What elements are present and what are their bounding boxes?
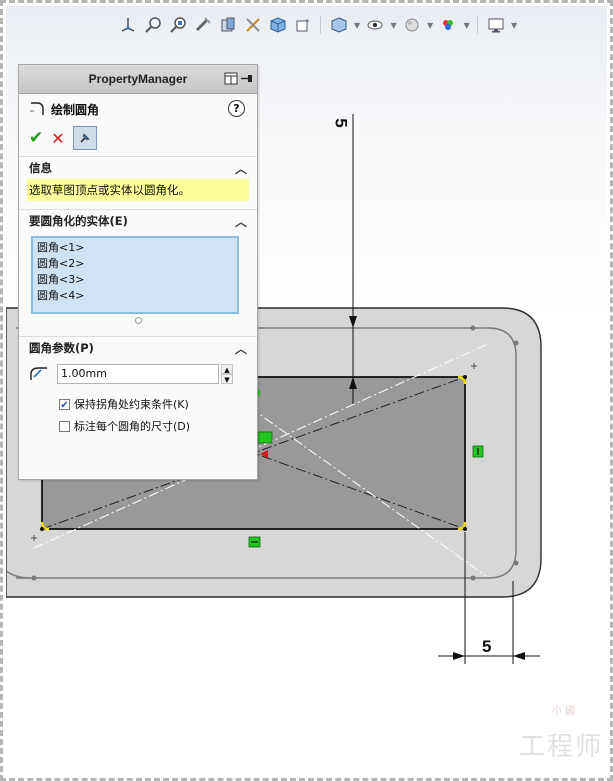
radius-spinner[interactable]: ▲ ▼ bbox=[221, 364, 233, 384]
radius-row: 1.00mm ▲ ▼ bbox=[19, 361, 257, 387]
pin-panel-icon[interactable] bbox=[240, 72, 254, 88]
info-message: 选取草图顶点或实体以圆角化。 bbox=[27, 179, 249, 201]
spin-down-icon[interactable]: ▼ bbox=[221, 374, 233, 384]
dimension-each-label[interactable]: 标注每个圆角的尺寸(D) bbox=[74, 418, 190, 434]
chevron-down-icon[interactable]: ▼ bbox=[353, 21, 361, 30]
property-manager-panel: PropertyManager 绘制圆角 ? ✔ ✕ 信息 ︿ 选取草图顶点或实… bbox=[18, 64, 258, 480]
previous-view-icon[interactable] bbox=[193, 14, 214, 36]
view-orientation-cube-icon[interactable] bbox=[268, 14, 289, 36]
info-group-title: 信息 bbox=[29, 161, 52, 175]
help-button[interactable]: ? bbox=[228, 100, 245, 117]
sketch-fillet-icon bbox=[29, 99, 47, 120]
horizontal-dimension-value[interactable]: 5 bbox=[482, 637, 491, 657]
cancel-button[interactable]: ✕ bbox=[51, 129, 64, 148]
property-manager-header: PropertyManager bbox=[19, 65, 257, 94]
dimension-each-checkbox[interactable] bbox=[59, 420, 70, 432]
chevron-up-icon[interactable]: ︿ bbox=[235, 213, 247, 230]
apply-scene-icon[interactable] bbox=[438, 14, 459, 36]
list-item[interactable]: 圆角<4> bbox=[37, 288, 233, 304]
list-item[interactable]: 圆角<1> bbox=[37, 240, 233, 256]
info-group-header[interactable]: 信息 ︿ bbox=[19, 156, 257, 179]
edit-appearance-icon[interactable] bbox=[401, 14, 422, 36]
display-style-icon[interactable] bbox=[292, 14, 313, 36]
panel-layout-icon[interactable] bbox=[224, 72, 238, 88]
chevron-up-icon[interactable]: ︿ bbox=[235, 340, 247, 357]
keep-constraints-checkbox[interactable]: ✔ bbox=[59, 398, 70, 411]
keep-constraints-option[interactable]: ✔ 保持拐角处约束条件(K) bbox=[19, 393, 257, 415]
entities-selection-list[interactable]: 圆角<1> 圆角<2> 圆角<3> 圆角<4> bbox=[31, 236, 239, 314]
chevron-down-icon[interactable]: ▼ bbox=[510, 21, 518, 30]
params-group-title: 圆角参数(P) bbox=[29, 341, 94, 355]
list-item[interactable]: 圆角<3> bbox=[37, 272, 233, 288]
entities-group-title: 要圆角化的实体(E) bbox=[29, 214, 128, 228]
chevron-down-icon[interactable]: ▼ bbox=[390, 21, 398, 30]
view-orientation-icon[interactable] bbox=[118, 14, 139, 36]
spin-up-icon[interactable]: ▲ bbox=[221, 364, 233, 374]
keep-visible-pushpin-button[interactable] bbox=[72, 126, 97, 150]
toolbar-separator bbox=[320, 16, 322, 34]
action-buttons: ✔ ✕ bbox=[19, 124, 257, 152]
relation-marker bbox=[257, 431, 273, 444]
fillet-radius-icon bbox=[29, 364, 49, 385]
chevron-down-icon[interactable]: ▼ bbox=[463, 21, 471, 30]
property-manager-header-label: PropertyManager bbox=[88, 72, 188, 86]
toolbar-separator bbox=[477, 16, 479, 34]
watermark: 工程师 bbox=[518, 732, 603, 762]
params-group-header[interactable]: 圆角参数(P) ︿ bbox=[19, 336, 257, 359]
hide-show-items-icon[interactable] bbox=[365, 14, 386, 36]
display-mode-icon[interactable] bbox=[328, 14, 349, 36]
chevron-up-icon[interactable]: ︿ bbox=[235, 160, 247, 177]
vertical-dimension-value[interactable]: 5 bbox=[331, 118, 351, 127]
view-settings-icon[interactable] bbox=[485, 14, 506, 36]
entities-group-header[interactable]: 要圆角化的实体(E) ︿ bbox=[19, 209, 257, 232]
feature-title: 绘制圆角 bbox=[51, 102, 100, 117]
section-view-icon[interactable] bbox=[218, 14, 239, 36]
list-item[interactable]: 圆角<2> bbox=[37, 256, 233, 272]
fillet-radius-input[interactable]: 1.00mm bbox=[57, 364, 219, 384]
ok-button[interactable]: ✔ bbox=[29, 128, 43, 148]
zoom-to-area-icon[interactable] bbox=[168, 14, 189, 36]
zoom-to-fit-icon[interactable] bbox=[143, 14, 164, 36]
feature-title-row: 绘制圆角 ? bbox=[19, 94, 257, 124]
dimension-each-option[interactable]: 标注每个圆角的尺寸(D) bbox=[19, 415, 257, 437]
list-resize-handle[interactable] bbox=[134, 317, 142, 324]
dynamic-annotation-icon[interactable] bbox=[243, 14, 264, 36]
heads-up-toolbar: ▼ ▼ ▼ ▼ ▼ bbox=[118, 12, 518, 38]
keep-constraints-label[interactable]: 保持拐角处约束条件(K) bbox=[74, 396, 189, 412]
watermark-seal: 小 國 bbox=[551, 706, 575, 717]
chevron-down-icon[interactable]: ▼ bbox=[426, 21, 434, 30]
